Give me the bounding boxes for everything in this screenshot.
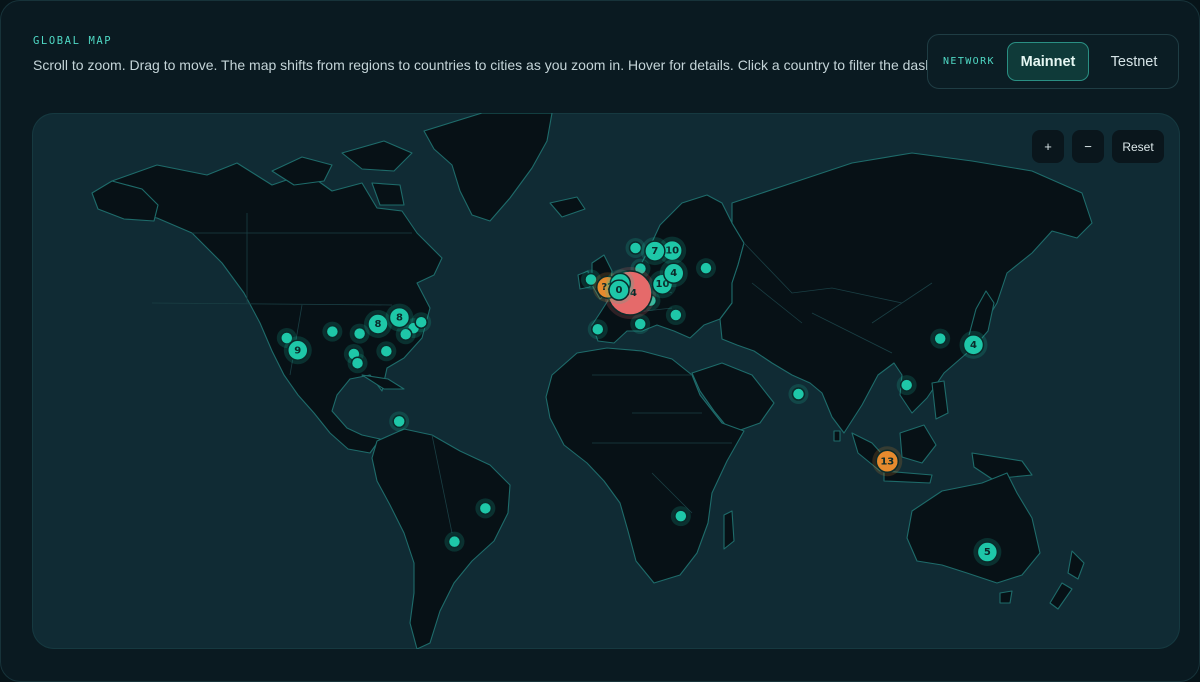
marker-sao-paulo[interactable] xyxy=(475,498,496,519)
marker-count-label: 4 xyxy=(670,268,677,279)
marker-seoul[interactable] xyxy=(930,328,951,349)
marker-count-label: 5 xyxy=(984,547,991,558)
marker-dot[interactable] xyxy=(591,322,605,336)
greenland[interactable] xyxy=(423,113,553,222)
australia[interactable] xyxy=(906,472,1041,584)
zoom-out-button[interactable]: − xyxy=(1072,130,1104,163)
marker-dot[interactable] xyxy=(699,261,713,275)
network-label: NETWORK xyxy=(943,56,995,67)
borneo[interactable] xyxy=(899,424,937,464)
south-america[interactable] xyxy=(371,428,511,649)
marker-count-label: 9 xyxy=(294,345,301,356)
world-map[interactable]: 34?2131071045088945 + − Reset xyxy=(32,113,1180,649)
marker-dot[interactable] xyxy=(674,509,688,523)
sri-lanka[interactable] xyxy=(833,430,841,442)
marker-atlanta[interactable] xyxy=(376,341,397,362)
marker-dot[interactable] xyxy=(325,324,340,339)
landmasses xyxy=(91,113,1093,649)
marker-dot[interactable] xyxy=(633,317,647,331)
testnet-button[interactable]: Testnet xyxy=(1095,42,1173,81)
marker-dot[interactable] xyxy=(414,315,428,329)
marker-boston[interactable] xyxy=(411,312,432,333)
marker-moscow[interactable] xyxy=(695,258,716,279)
marker-houston[interactable] xyxy=(347,353,368,374)
marker-dot[interactable] xyxy=(392,414,406,429)
marker-melbourne[interactable]: 5 xyxy=(973,538,1002,567)
marker-count-label: 0 xyxy=(616,285,623,296)
marker-jakarta[interactable]: 13 xyxy=(872,446,903,477)
marker-denver[interactable] xyxy=(322,321,343,342)
marker-dot[interactable] xyxy=(478,501,493,516)
tasmania[interactable] xyxy=(999,590,1013,604)
marker-madrid[interactable] xyxy=(587,319,608,340)
marker-count-label: 8 xyxy=(374,319,381,330)
marker-count-label: 4 xyxy=(970,340,977,351)
mainnet-button[interactable]: Mainnet xyxy=(1007,42,1089,81)
marker-belgium[interactable]: 0 xyxy=(604,276,633,305)
marker-baltics[interactable]: 4 xyxy=(659,259,688,288)
network-switch: NETWORK Mainnet Testnet xyxy=(927,34,1179,89)
map-instructions: Scroll to zoom. Drag to move. The map sh… xyxy=(33,57,973,73)
section-eyebrow: GLOBAL MAP xyxy=(33,35,113,47)
marker-panama[interactable] xyxy=(389,411,410,432)
marker-dot[interactable] xyxy=(791,387,806,401)
marker-toronto[interactable]: 8 xyxy=(385,303,414,332)
marker-johannesburg[interactable] xyxy=(670,506,691,527)
marker-count-label: 8 xyxy=(396,313,403,324)
marker-count-label: 13 xyxy=(880,456,894,467)
marker-bucharest[interactable] xyxy=(665,305,686,326)
marker-dot[interactable] xyxy=(628,241,643,255)
reset-zoom-button[interactable]: Reset xyxy=(1112,130,1164,163)
marker-dot[interactable] xyxy=(379,344,394,358)
marker-mumbai[interactable] xyxy=(788,384,809,405)
marker-dot[interactable] xyxy=(669,308,683,322)
marker-dot[interactable] xyxy=(350,356,365,370)
marker-scandinavia[interactable]: 7 xyxy=(640,237,669,266)
marker-los-angeles[interactable]: 9 xyxy=(283,336,312,365)
marker-hong-kong[interactable] xyxy=(896,375,917,396)
philippines[interactable] xyxy=(931,380,949,420)
iceland[interactable] xyxy=(549,196,586,218)
world-map-svg[interactable]: 34?2131071045088945 xyxy=(32,113,1180,649)
global-map-card: GLOBAL MAP Scroll to zoom. Drag to move.… xyxy=(0,0,1200,682)
marker-dot[interactable] xyxy=(352,326,367,341)
marker-buenos-aires[interactable] xyxy=(444,531,465,552)
marker-dot[interactable] xyxy=(447,534,462,549)
new-zealand[interactable] xyxy=(1049,550,1085,610)
marker-dot[interactable] xyxy=(899,378,914,392)
zoom-in-button[interactable]: + xyxy=(1032,130,1064,163)
marker-dot[interactable] xyxy=(933,331,947,346)
marker-tokyo[interactable]: 4 xyxy=(959,330,988,359)
madagascar[interactable] xyxy=(723,510,735,550)
marker-count-label: 7 xyxy=(651,246,658,257)
